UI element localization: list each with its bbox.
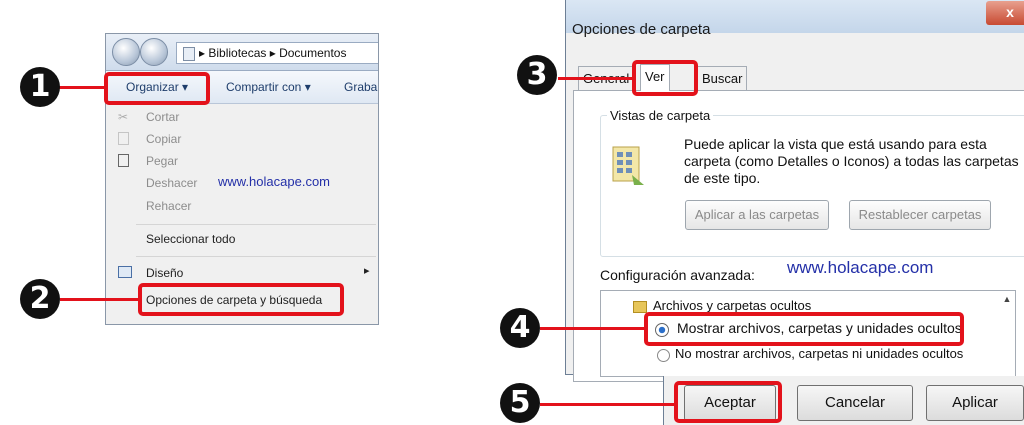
callout-badge-2: 2 [20, 279, 60, 319]
advanced-settings-label: Configuración avanzada: [600, 267, 755, 283]
callout-badge-1: 1 [20, 67, 60, 107]
menu-item-undo[interactable]: Deshacer [146, 176, 197, 190]
highlight-folder-options [138, 283, 344, 316]
menu-item-copy[interactable]: Copiar [146, 132, 181, 146]
apply-to-folders-button[interactable]: Aplicar a las carpetas [685, 200, 829, 230]
highlight-organize [104, 72, 210, 105]
folder-views-description: Puede aplicar la vista que está usando p… [684, 136, 1019, 186]
menu-separator [136, 224, 376, 225]
tab-buscar[interactable]: Buscar [697, 66, 748, 91]
callout-line [540, 403, 676, 406]
folder-view-icon [610, 145, 648, 189]
callout-line [58, 86, 106, 89]
submenu-arrow-icon: ▸ [364, 265, 370, 277]
menu-separator [136, 256, 376, 257]
dialog-title: Opciones de carpeta [572, 21, 711, 38]
close-button[interactable]: x [986, 1, 1024, 25]
radio-dont-show-hidden[interactable] [657, 349, 670, 362]
cancel-button[interactable]: Cancelar [797, 385, 913, 421]
dialog-titlebar: Opciones de carpeta x [566, 0, 1024, 38]
address-path[interactable]: ▸ Bibliotecas ▸ Documentos [176, 42, 378, 64]
address-bar: ▸ Bibliotecas ▸ Documentos [106, 34, 378, 71]
callout-line [60, 298, 142, 301]
back-button[interactable] [112, 38, 140, 66]
watermark: www.holacape.com [787, 258, 934, 277]
paste-icon [118, 154, 129, 167]
forward-button[interactable] [140, 38, 168, 66]
menu-item-layout[interactable]: Diseño [146, 266, 183, 280]
reset-folders-button[interactable]: Restablecer carpetas [849, 200, 991, 230]
menu-item-select-all[interactable]: Seleccionar todo [146, 232, 235, 246]
address-path-text: ▸ Bibliotecas ▸ Documentos [199, 46, 347, 60]
apply-button[interactable]: Aplicar [926, 385, 1024, 421]
layout-icon [118, 266, 132, 278]
copy-icon [118, 132, 129, 145]
scroll-up-icon[interactable]: ▲ [999, 291, 1015, 307]
callout-line [540, 327, 648, 330]
scissors-icon: ✂ [118, 110, 129, 124]
share-button[interactable]: Compartir con ▾ [226, 80, 311, 94]
menu-item-redo[interactable]: Rehacer [146, 199, 191, 213]
callout-line [558, 77, 636, 80]
dont-show-hidden-option[interactable]: No mostrar archivos, carpetas ni unidade… [675, 346, 963, 361]
watermark: www.holacape.com [218, 174, 330, 189]
callout-badge-5: 5 [500, 383, 540, 423]
highlight-ok [674, 381, 782, 423]
menu-item-paste[interactable]: Pegar [146, 154, 178, 168]
burn-button[interactable]: Graba [344, 80, 377, 94]
folder-views-title: Vistas de carpeta [607, 108, 714, 123]
callout-badge-4: 4 [500, 308, 540, 348]
menu-item-cut[interactable]: Cortar [146, 110, 179, 124]
library-icon [183, 46, 195, 61]
callout-badge-3: 3 [517, 55, 557, 95]
highlight-show-hidden [644, 312, 964, 346]
hidden-files-category: Archivos y carpetas ocultos [653, 298, 812, 313]
folder-icon [633, 301, 647, 313]
tab-ver[interactable]: Ver [640, 64, 670, 91]
